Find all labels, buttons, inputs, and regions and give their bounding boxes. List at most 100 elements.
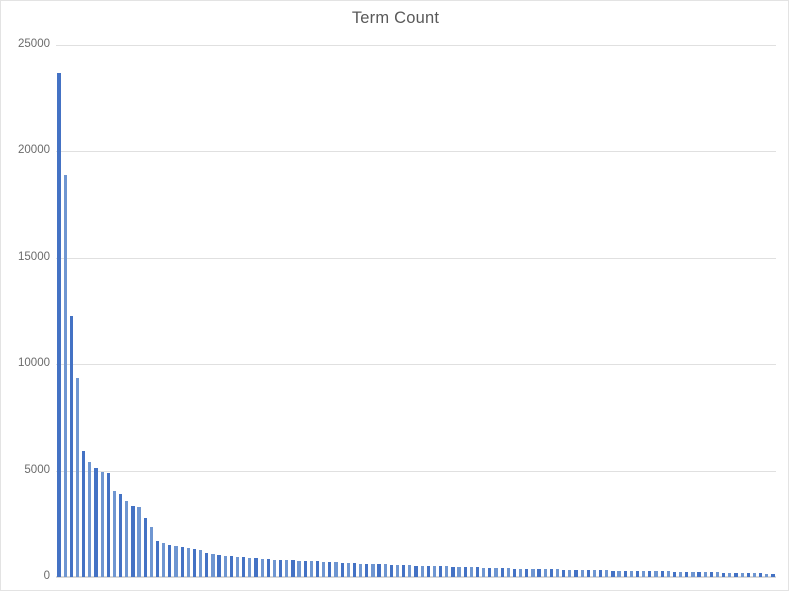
bar — [623, 570, 627, 577]
bar — [371, 564, 375, 577]
bar-series — [56, 45, 776, 577]
bar — [408, 565, 412, 577]
bar — [648, 571, 652, 577]
y-tick-label-25000: 25000 — [18, 38, 50, 50]
bar — [272, 559, 277, 577]
plot-area — [56, 45, 776, 578]
chart-canvas: Term Count 0 5000 10000 15000 20000 25000 — [0, 0, 789, 591]
bar — [691, 571, 695, 577]
bar — [512, 568, 517, 577]
bar — [395, 564, 400, 577]
bar — [365, 563, 369, 577]
bar — [414, 565, 418, 577]
bar — [654, 571, 658, 577]
bar — [771, 573, 775, 577]
bar — [420, 565, 424, 577]
bar — [285, 560, 289, 577]
bar — [125, 501, 129, 577]
bar — [334, 562, 338, 577]
bar — [734, 572, 738, 577]
bar — [555, 569, 560, 577]
bar — [402, 565, 406, 577]
bar — [82, 451, 86, 577]
bar — [703, 572, 707, 577]
bar — [94, 468, 98, 577]
bar — [143, 518, 147, 577]
bar — [715, 572, 720, 577]
bar — [568, 569, 572, 577]
bar — [574, 569, 578, 577]
bar — [679, 571, 683, 577]
bar — [199, 550, 203, 577]
bar — [746, 572, 750, 577]
bar — [488, 567, 492, 577]
y-tick-label-20000: 20000 — [18, 144, 50, 157]
bar — [617, 570, 621, 577]
bar — [439, 566, 443, 577]
bar — [537, 568, 541, 577]
y-tick-label-10000: 10000 — [18, 357, 50, 370]
y-tick-label-15000: 15000 — [18, 250, 50, 263]
bar — [482, 567, 486, 577]
bar — [328, 562, 332, 577]
bar — [562, 569, 566, 577]
bar — [383, 564, 387, 577]
bar — [586, 569, 590, 577]
bar — [463, 567, 467, 577]
bar — [180, 547, 184, 577]
bar — [279, 559, 283, 577]
bar — [106, 472, 110, 577]
bar — [525, 568, 529, 577]
bar — [192, 549, 197, 577]
bar — [709, 572, 713, 577]
bar — [229, 556, 233, 577]
bar — [75, 378, 80, 577]
bar — [248, 557, 252, 577]
bar — [666, 571, 670, 577]
bar — [611, 570, 615, 577]
bar — [580, 569, 584, 577]
bar — [254, 558, 258, 577]
bar — [100, 471, 104, 577]
bar — [137, 506, 141, 577]
bar — [291, 560, 295, 577]
bar — [260, 558, 264, 577]
bar — [457, 566, 461, 577]
bar — [155, 540, 160, 577]
bar — [211, 553, 215, 577]
bar — [205, 552, 209, 577]
bar — [235, 556, 240, 577]
bar — [297, 560, 301, 577]
bar — [519, 568, 523, 577]
bar — [217, 554, 221, 577]
bar — [119, 494, 123, 577]
bar — [149, 527, 153, 577]
bar — [352, 563, 357, 577]
bar — [543, 569, 547, 577]
bar — [346, 562, 350, 577]
bar — [592, 570, 597, 577]
bar — [685, 571, 689, 577]
bar — [63, 174, 67, 577]
y-tick-label-5000: 5000 — [24, 463, 50, 476]
y-axis-tick-labels: 0 5000 10000 15000 20000 25000 — [1, 1, 50, 592]
bar — [266, 559, 270, 577]
bar — [722, 572, 726, 577]
bar — [506, 568, 510, 577]
bar — [469, 567, 473, 577]
bar — [531, 568, 535, 577]
bar — [635, 570, 640, 577]
bar — [599, 570, 603, 577]
bar — [728, 572, 732, 577]
bar — [162, 542, 166, 577]
bar — [174, 546, 178, 577]
bar — [752, 573, 757, 577]
bar — [223, 555, 227, 577]
bar — [309, 561, 313, 577]
bar — [57, 72, 61, 577]
bar — [605, 570, 609, 577]
bar — [697, 572, 701, 577]
bar — [315, 561, 320, 577]
bar — [765, 573, 769, 577]
bar — [340, 562, 344, 577]
